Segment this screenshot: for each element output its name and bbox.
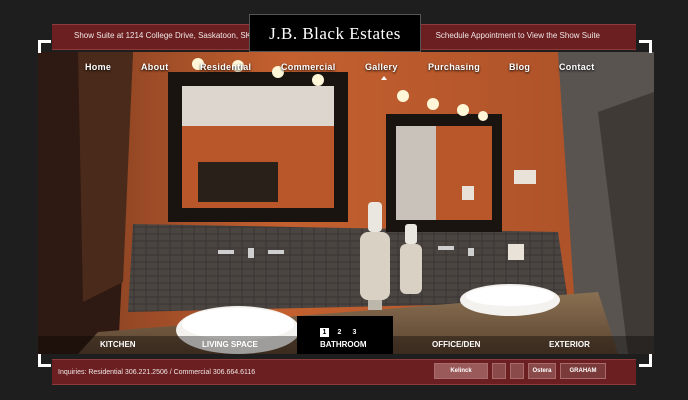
site-logo[interactable]: J.B. Black Estates [249, 14, 421, 52]
active-nav-indicator-icon [381, 76, 387, 80]
room-labels: KITCHEN LIVING SPACE BATHROOM OFFICE/DEN… [38, 336, 654, 354]
show-suite-address: Show Suite at 1214 College Drive, Saskat… [74, 31, 251, 40]
nav-purchasing[interactable]: Purchasing [428, 62, 480, 72]
logo-text: J.B. Black Estates [269, 24, 401, 43]
schedule-appointment-link[interactable]: Schedule Appointment to View the Show Su… [436, 31, 600, 40]
nav-commercial[interactable]: Commercial [281, 62, 336, 72]
inquiries-phone-numbers: Inquiries: Residential 306.221.2506 / Co… [58, 369, 256, 376]
nav-home[interactable]: Home [85, 62, 111, 72]
partner-logo-ostera[interactable]: Ostera [528, 363, 556, 379]
nav-blog[interactable]: Blog [509, 62, 530, 72]
gallery-photo [38, 52, 654, 354]
partner-logos: Kelinck Ostera GRAHAM [434, 363, 624, 380]
nav-gallery[interactable]: Gallery [365, 62, 398, 72]
partner-logo-icon-2[interactable] [510, 363, 524, 379]
nav-about[interactable]: About [141, 62, 169, 72]
partner-logo-icon[interactable] [492, 363, 506, 379]
corner-bracket-bottom-left [38, 354, 51, 367]
partner-logo-kelinck[interactable]: Kelinck [434, 363, 488, 379]
nav-contact[interactable]: Contact [559, 62, 595, 72]
room-tab-office-den[interactable]: OFFICE/DEN [432, 340, 480, 349]
main-nav: Home About Residential Commercial Galler… [38, 62, 654, 80]
room-tab-bathroom[interactable]: BATHROOM [320, 340, 367, 349]
partner-logo-graham[interactable]: GRAHAM [560, 363, 606, 379]
corner-bracket-top-right [639, 40, 652, 53]
footer-bar: Inquiries: Residential 306.221.2506 / Co… [52, 359, 636, 385]
corner-bracket-bottom-right [639, 354, 652, 367]
corner-bracket-top-left [38, 40, 51, 53]
room-tab-kitchen[interactable]: KITCHEN [100, 340, 136, 349]
bathroom-photo [38, 52, 654, 354]
room-tab-living-space[interactable]: LIVING SPACE [202, 340, 258, 349]
nav-residential[interactable]: Residential [200, 62, 251, 72]
room-tab-exterior[interactable]: EXTERIOR [549, 340, 590, 349]
